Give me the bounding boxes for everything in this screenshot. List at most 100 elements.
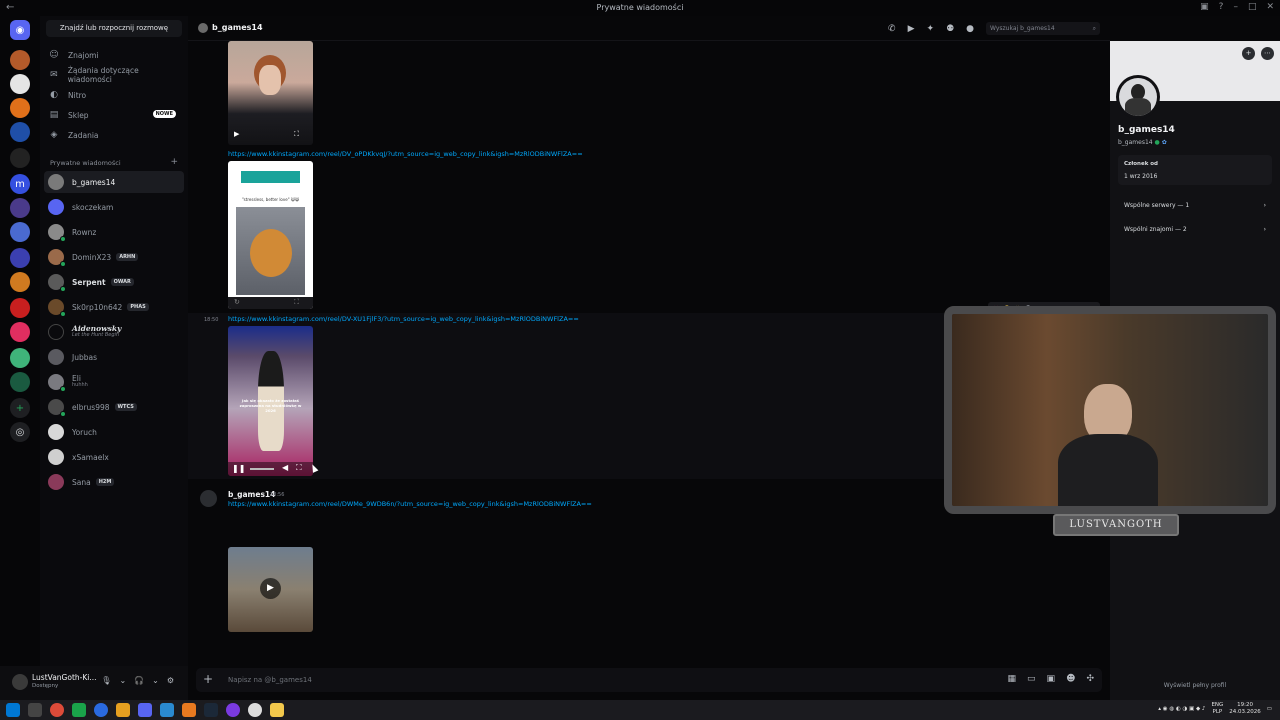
dm-item-b-games14[interactable]: b_games14 [44, 171, 184, 193]
dm-item-jubbas[interactable]: Jubbas [44, 346, 184, 368]
dm-item-elbrus998[interactable]: elbrus998 WTCS [44, 396, 184, 418]
pinned-messages-icon[interactable]: ✦ [927, 24, 935, 34]
fullscreen-icon[interactable]: ⛶ [296, 463, 302, 473]
attach-plus-icon[interactable]: + [203, 672, 213, 686]
nav-friends[interactable]: ☺ Znajomi [46, 46, 182, 64]
user-profile-icon[interactable]: ● [966, 24, 974, 34]
author-avatar[interactable] [200, 490, 217, 507]
nav-quests[interactable]: ◈ Zadania [46, 126, 182, 144]
sticker-icon[interactable]: ▣ [1047, 674, 1056, 684]
video-controls[interactable]: ↻ ⛶ [228, 297, 313, 309]
dm-item-serpent[interactable]: Serpent OWAR [44, 271, 184, 293]
server-icon[interactable] [10, 322, 30, 342]
voice-call-icon[interactable]: ✆ [888, 24, 896, 34]
chrome-icon[interactable] [50, 703, 64, 717]
play-icon[interactable]: ▶ [234, 130, 239, 138]
progress-bar[interactable] [250, 468, 274, 470]
server-icon[interactable] [10, 372, 30, 392]
find-conversation-button[interactable]: Znajdź lub rozpocznij rozmowę [46, 20, 182, 37]
add-server-icon[interactable]: + [10, 398, 30, 418]
headphones-icon[interactable]: 🎧 [134, 676, 144, 685]
server-icon[interactable] [10, 198, 30, 218]
discord-home-icon[interactable]: ◉ [10, 20, 30, 40]
app-icon[interactable] [248, 703, 262, 717]
server-icon[interactable] [10, 74, 30, 94]
apps-icon[interactable]: ✣ [1086, 674, 1094, 684]
message-composer[interactable]: + Napisz na @b_games14 ▦ ▭ ▣ ☻ ✣ [196, 668, 1102, 692]
message-link[interactable]: https://www.kkinstagram.com/reel/DWMe_9W… [228, 500, 592, 508]
server-icon[interactable] [10, 222, 30, 242]
mutual-servers-row[interactable]: Wspólne serwery — 1 › [1118, 195, 1272, 215]
video-embed[interactable]: ▶ [228, 547, 313, 632]
video-embed[interactable]: "stressless, better love" 😺😸 ↻ ⛶ [228, 161, 313, 309]
dm-item-yoruch[interactable]: Yoruch [44, 421, 184, 443]
fullscreen-icon[interactable]: ⛶ [294, 130, 299, 139]
emoji-icon[interactable]: ☻ [1066, 674, 1075, 684]
message-link[interactable]: https://www.kkinstagram.com/reel/DV-XU1F… [228, 315, 579, 323]
video-embed[interactable]: ▶ ⛶ [228, 41, 313, 145]
video-controls[interactable]: ❚❚ ◀ ⛶ [228, 462, 313, 476]
steam-icon[interactable] [204, 703, 218, 717]
more-options-icon[interactable]: ⋯ [1261, 47, 1274, 60]
pause-icon[interactable]: ❚❚ [232, 464, 245, 473]
nav-message-requests[interactable]: ✉ Żądania dotyczące wiadomości [46, 66, 182, 84]
vlc-icon[interactable] [182, 703, 196, 717]
volume-icon[interactable]: ◀ [282, 463, 288, 472]
server-icon[interactable] [10, 348, 30, 368]
discover-icon[interactable]: ◎ [10, 422, 30, 442]
server-icon[interactable] [10, 98, 30, 118]
file-explorer-icon[interactable] [270, 703, 284, 717]
clock[interactable]: 19:20 24.03.2026 [1229, 702, 1261, 716]
dm-item-aidenowsky[interactable]: Aidenowsky Let the Hunt Begin [44, 321, 184, 343]
message-link[interactable]: https://www.kkinstagram.com/reel/DV_oPDK… [228, 150, 583, 158]
dm-item-eli[interactable]: Eli huhhh [44, 371, 184, 393]
video-call-icon[interactable]: ▶ [908, 24, 915, 34]
server-icon[interactable]: m [10, 174, 30, 194]
help-icon[interactable]: ? [1219, 2, 1224, 12]
inbox-icon[interactable]: ▣ [1200, 2, 1209, 12]
server-icon[interactable] [10, 248, 30, 268]
play-icon[interactable]: ▶ [260, 578, 281, 599]
server-icon[interactable] [10, 148, 30, 168]
search-input[interactable]: Wyszukaj b_games14 ⌕ [986, 22, 1100, 35]
server-icon[interactable] [10, 298, 30, 318]
dm-item-skoczekam[interactable]: skoczekam [44, 196, 184, 218]
nav-shop[interactable]: ▤ Sklep NOWE [46, 106, 182, 124]
chevron-down-icon[interactable]: ⌄ [119, 676, 126, 685]
chevron-down-icon[interactable]: ⌄ [152, 676, 159, 685]
search-icon[interactable] [28, 703, 42, 717]
add-friend-icon[interactable]: + [1242, 47, 1255, 60]
app-icon[interactable] [72, 703, 86, 717]
mutual-friends-row[interactable]: Wspólni znajomi — 2 › [1118, 219, 1272, 239]
app-icon[interactable] [94, 703, 108, 717]
gif-icon[interactable]: ▭ [1027, 674, 1036, 684]
video-controls[interactable]: ▶ ⛶ [234, 130, 307, 139]
close-icon[interactable]: ✕ [1266, 2, 1274, 12]
dm-item-rownz[interactable]: Rownz [44, 221, 184, 243]
dm-item-xsamaelx[interactable]: xSamaelx [44, 446, 184, 468]
avatar[interactable] [12, 674, 28, 690]
app-icon[interactable] [116, 703, 130, 717]
settings-gear-icon[interactable]: ⚙ [167, 676, 174, 685]
dm-item-sk0rp10n642[interactable]: Sk0rp10n642 PHAS [44, 296, 184, 318]
discord-taskbar-icon[interactable] [138, 703, 152, 717]
windows-start-icon[interactable] [6, 703, 20, 717]
gift-icon[interactable]: ▦ [1008, 674, 1017, 684]
server-icon[interactable] [10, 122, 30, 142]
nav-nitro[interactable]: ◐ Nitro [46, 86, 182, 104]
language-indicator[interactable]: ENG PLP [1211, 702, 1223, 716]
create-dm-icon[interactable]: + [170, 157, 178, 167]
server-icon[interactable] [10, 272, 30, 292]
app-icon[interactable] [226, 703, 240, 717]
fullscreen-icon[interactable]: ⛶ [294, 298, 299, 307]
app-icon[interactable] [160, 703, 174, 717]
tray-icons[interactable]: ▴ ◉ ◍ ◐ ◑ ▣ ◆ ♪ [1158, 706, 1205, 712]
dm-item-sana[interactable]: Sana H2M [44, 471, 184, 493]
dm-item-dominx23[interactable]: DominX23 ARHN [44, 246, 184, 268]
microphone-icon[interactable]: 🎙 [101, 676, 111, 685]
message-author[interactable]: b_games14 [228, 490, 275, 499]
video-embed[interactable]: Jak się okazało że zostałaś zaproszona n… [228, 326, 313, 476]
replay-icon[interactable]: ↻ [234, 298, 240, 306]
minimize-icon[interactable]: – [1233, 2, 1238, 12]
server-icon[interactable] [10, 50, 30, 70]
